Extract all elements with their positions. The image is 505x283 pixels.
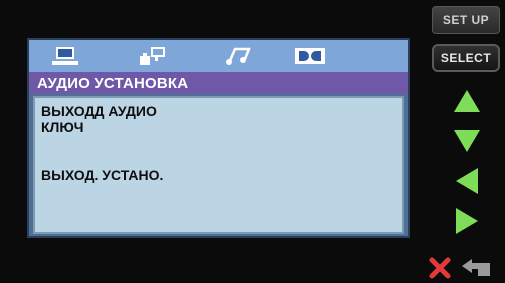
setting-audio-output[interactable]: ВЫХОДД АУДИО — [41, 104, 157, 119]
setting-output-setup[interactable]: ВЫХОД. УСТАНО. — [41, 168, 163, 183]
setup-button[interactable]: SET UP — [432, 6, 500, 34]
tab-audio[interactable] — [214, 44, 262, 68]
arrow-left-button[interactable] — [452, 166, 482, 196]
tab-dolby[interactable] — [286, 44, 334, 68]
arrow-down-icon — [454, 130, 480, 152]
arrow-right-icon — [456, 208, 478, 234]
dolby-icon — [295, 48, 325, 64]
arrow-right-button[interactable] — [452, 206, 482, 236]
screen: АУДИО УСТАНОВКА ВЫХОДД АУДИО КЛЮЧ ВЫХОД.… — [0, 0, 505, 283]
music-note-icon — [226, 47, 251, 65]
bottom-controls — [426, 254, 505, 283]
monitor-icon — [52, 47, 78, 65]
close-icon[interactable] — [428, 256, 452, 280]
section-title: АУДИО УСТАНОВКА — [29, 72, 408, 94]
return-icon[interactable] — [456, 256, 496, 280]
select-button[interactable]: SELECT — [432, 44, 500, 72]
arrow-down-button[interactable] — [452, 126, 482, 156]
speaker-icon — [140, 47, 165, 65]
arrow-left-icon — [456, 168, 478, 194]
osd-panel: АУДИО УСТАНОВКА ВЫХОДД АУДИО КЛЮЧ ВЫХОД.… — [27, 38, 410, 238]
arrow-up-button[interactable] — [452, 86, 482, 116]
arrow-up-icon — [454, 90, 480, 112]
tab-bar — [29, 40, 408, 72]
settings-list: ВЫХОДД АУДИО КЛЮЧ ВЫХОД. УСТАНО. — [33, 96, 404, 234]
side-control-panel: SET UP SELECT — [428, 0, 505, 283]
tab-video[interactable] — [41, 44, 89, 68]
setting-key[interactable]: КЛЮЧ — [41, 120, 83, 135]
tab-speaker[interactable] — [127, 44, 175, 68]
